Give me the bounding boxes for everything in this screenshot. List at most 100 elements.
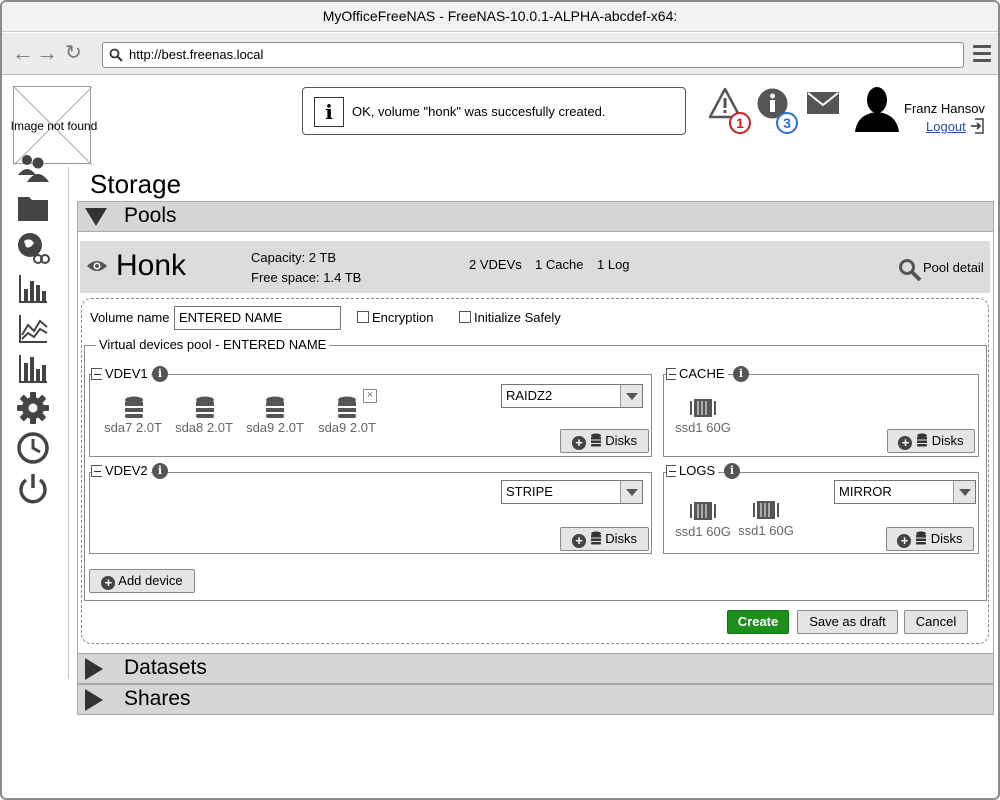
eye-icon[interactable] [86, 259, 108, 273]
cache-add-disks-button[interactable]: + Disks [887, 429, 975, 453]
window-title: MyOfficeFreeNAS - FreeNAS-10.0.1-ALPHA-a… [2, 2, 998, 32]
disk-database-icon [917, 433, 928, 447]
line-chart-icon[interactable] [16, 311, 50, 345]
logout-link[interactable]: Logout [926, 119, 966, 134]
add-device-label: Add device [118, 573, 183, 588]
folder-icon[interactable] [16, 191, 50, 225]
pool-name: Honk [116, 249, 187, 282]
vdev1-info-icon[interactable]: i [152, 366, 168, 382]
vdev1-add-disks-button[interactable]: + Disks [560, 429, 649, 453]
pool-vdevs-count: 2 VDEVs [469, 257, 522, 272]
vdev1-type-select[interactable]: RAIDZ2 [501, 384, 643, 408]
power-icon[interactable] [16, 471, 50, 505]
ssd-icon [690, 399, 716, 417]
gear-icon[interactable] [16, 391, 50, 425]
vdev2-label: VDEV2 [102, 463, 151, 478]
shares-section-header[interactable]: Shares [77, 684, 994, 715]
mail-icon[interactable] [807, 92, 839, 114]
cache-add-disks-label: Disks [931, 433, 964, 448]
cache-info-icon[interactable]: i [733, 366, 749, 382]
chevron-down-icon [953, 481, 975, 503]
cancel-button[interactable]: Cancel [904, 610, 968, 634]
back-arrow-icon[interactable]: ← [12, 41, 34, 65]
encryption-label: Encryption [372, 310, 434, 325]
reload-icon[interactable]: ↻ [65, 41, 82, 65]
save-draft-button[interactable]: Save as draft [797, 610, 898, 634]
shares-label: Shares [124, 687, 191, 710]
sidebar-divider [68, 167, 69, 679]
vdev1-disk-item[interactable]: sda9 2.0T [312, 420, 382, 435]
logs-disk-item[interactable]: ssd1 60G [668, 524, 738, 539]
logs-disk-item[interactable]: ssd1 60G [731, 523, 801, 538]
initialize-safely-checkbox[interactable] [459, 311, 471, 323]
disk-database-icon [338, 396, 356, 418]
disk-database-icon [125, 396, 143, 418]
clock-icon[interactable] [16, 431, 50, 465]
disk-database-icon [196, 396, 214, 418]
plus-circle-icon: + [101, 576, 116, 590]
vdev2-info-icon[interactable]: i [152, 463, 168, 479]
collapsed-triangle-icon [85, 689, 103, 711]
pool-cache-count: 1 Cache [535, 257, 584, 272]
bar-chart-alt-icon[interactable] [16, 351, 50, 385]
datasets-label: Datasets [124, 656, 207, 679]
chevron-down-icon [620, 481, 642, 503]
ssd-icon [690, 502, 716, 520]
datasets-section-header[interactable]: Datasets [77, 653, 994, 684]
pool-capacity: Capacity: 2 TB [251, 250, 337, 265]
vdev1-label: VDEV1 [102, 366, 151, 381]
disk-database-icon [916, 531, 927, 545]
vdev1-disk-item[interactable]: sda8 2.0T [169, 420, 239, 435]
users-icon[interactable] [16, 151, 50, 185]
bar-chart-icon[interactable] [16, 271, 50, 305]
browser-window: MyOfficeFreeNAS - FreeNAS-10.0.1-ALPHA-a… [0, 0, 1000, 800]
encryption-checkbox[interactable] [357, 311, 369, 323]
logs-type-select[interactable]: MIRROR [834, 480, 976, 504]
remove-disk-close-icon[interactable]: × [363, 389, 377, 403]
search-icon [109, 48, 123, 62]
logs-add-disks-label: Disks [930, 531, 963, 546]
avatar[interactable] [853, 84, 901, 132]
pool-summary-bar: Honk Capacity: 2 TB Free space: 1.4 TB 2… [80, 241, 990, 293]
initialize-safely-label: Initialize Safely [474, 310, 561, 325]
volume-name-label: Volume name [90, 310, 170, 325]
cache-label: CACHE [676, 366, 728, 381]
vdev2-add-disks-button[interactable]: + Disks [560, 527, 649, 551]
pool-log-count: 1 Log [597, 257, 630, 272]
volume-name-input[interactable]: ENTERED NAME [174, 306, 341, 330]
magnifier-icon[interactable] [898, 258, 922, 282]
collapsed-triangle-icon [85, 658, 103, 680]
add-device-button[interactable]: + Add device [89, 569, 195, 593]
expanded-triangle-icon [85, 208, 107, 226]
cache-disk-item[interactable]: ssd1 60G [668, 420, 738, 435]
hamburger-menu-icon[interactable] [973, 45, 991, 63]
chevron-down-icon [620, 385, 642, 407]
create-button[interactable]: Create [727, 610, 789, 634]
alert-count-badge[interactable]: 1 [729, 112, 751, 134]
logs-add-disks-button[interactable]: + Disks [886, 527, 974, 551]
disk-database-icon [266, 396, 284, 418]
pool-free-space: Free space: 1.4 TB [251, 270, 362, 285]
info-count-badge[interactable]: 3 [776, 112, 798, 134]
plus-circle-icon: + [571, 534, 586, 548]
logout-icon[interactable] [970, 118, 986, 134]
vdev1-add-disks-label: Disks [605, 433, 638, 448]
vdev2-add-disks-label: Disks [605, 531, 638, 546]
vdev1-disk-item[interactable]: sda7 2.0T [98, 420, 168, 435]
notification-banner: i OK, volume "honk" was succesfully crea… [302, 87, 686, 135]
info-icon: i [314, 97, 344, 127]
address-bar[interactable]: http://best.freenas.local [102, 42, 964, 68]
browser-toolbar: ← → ↻ http://best.freenas.local [2, 33, 998, 75]
pools-section-header[interactable]: Pools [77, 201, 994, 232]
pool-detail-link[interactable]: Pool detail [923, 260, 984, 275]
forward-arrow-icon[interactable]: → [36, 41, 58, 65]
page-title: Storage [90, 169, 182, 199]
virtual-devices-pool-legend: Virtual devices pool - ENTERED NAME [96, 337, 330, 352]
plus-circle-icon: + [571, 436, 586, 450]
vdev2-type-select[interactable]: STRIPE [501, 480, 643, 504]
disk-database-icon [590, 433, 601, 447]
vdev1-disk-item[interactable]: sda9 2.0T [240, 420, 310, 435]
pools-label: Pools [124, 204, 177, 227]
globe-network-icon[interactable] [16, 231, 50, 265]
logs-info-icon[interactable]: i [724, 463, 740, 479]
